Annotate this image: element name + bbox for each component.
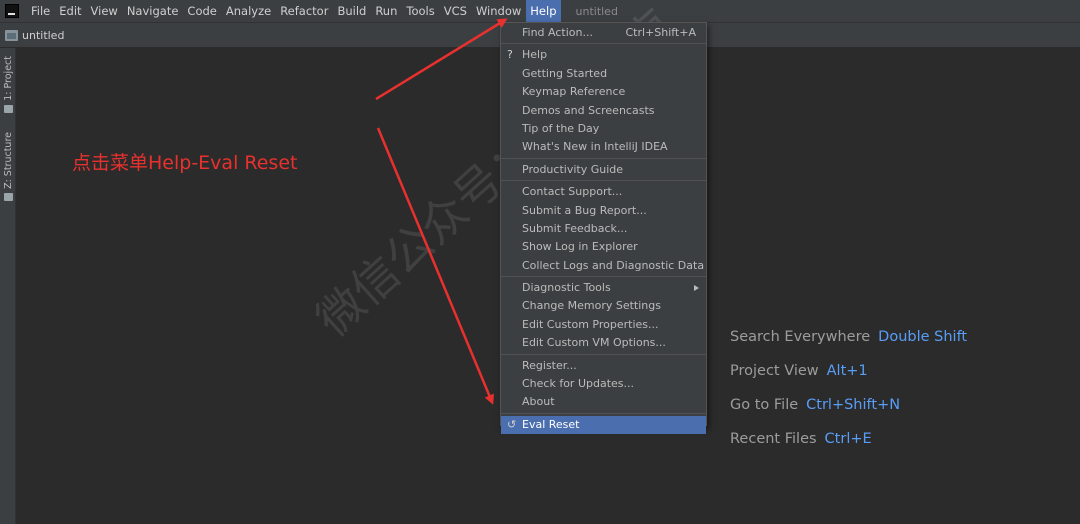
tool-tab-project[interactable]: 1: Project [0,56,16,113]
menu-item-label: Demos and Screencasts [522,103,655,117]
menu-item-label: Submit a Bug Report... [522,203,647,217]
submenu-arrow-icon [694,285,699,292]
menu-window[interactable]: Window [472,0,525,22]
menu-item-label: What's New in IntelliJ IDEA [522,140,668,154]
menu-item-find-action[interactable]: Find Action... Ctrl+Shift+A [501,24,706,42]
hint-recent-files: Recent Files Ctrl+E [730,422,967,456]
help-dropdown-menu: Find Action... Ctrl+Shift+A ? Help Getti… [500,22,707,435]
hint-shortcut: Ctrl+E [824,431,872,447]
menu-edit[interactable]: Edit [55,0,85,22]
menu-vcs[interactable]: VCS [440,0,471,22]
menu-item-label: Tip of the Day [522,121,600,135]
window-title: untitled [575,4,618,18]
intellij-logo-icon[interactable] [5,4,19,18]
menu-item-keymap-reference[interactable]: Keymap Reference [501,83,706,101]
menu-item-getting-started[interactable]: Getting Started [501,65,706,83]
structure-icon [3,192,13,201]
menu-item-productivity-guide[interactable]: Productivity Guide [501,161,706,179]
menu-item-label: Eval Reset [522,417,580,431]
annotation-text: 点击菜单Help-Eval Reset [72,152,298,174]
menu-item-submit-feedback[interactable]: Submit Feedback... [501,220,706,238]
menu-item-submit-bug[interactable]: Submit a Bug Report... [501,202,706,220]
menu-item-collect-logs[interactable]: Collect Logs and Diagnostic Data [501,257,706,275]
menu-item-about[interactable]: About [501,393,706,411]
menu-item-diagnostic-tools[interactable]: Diagnostic Tools [501,279,706,297]
tool-tab-structure[interactable]: Z: Structure [0,132,16,201]
menu-analyze[interactable]: Analyze [222,0,275,22]
menu-item-change-memory[interactable]: Change Memory Settings [501,297,706,315]
menu-navigate[interactable]: Navigate [123,0,183,22]
menu-tools[interactable]: Tools [402,0,438,22]
menu-build[interactable]: Build [333,0,370,22]
menu-bar: File Edit View Navigate Code Analyze Ref… [0,0,1080,22]
menu-item-label: Productivity Guide [522,162,624,176]
welcome-hints: Search Everywhere Double Shift Project V… [730,320,967,456]
menu-item-label: About [522,395,555,409]
menu-help[interactable]: Help [526,0,561,22]
menu-item-label: Show Log in Explorer [522,240,638,254]
menu-item-label: Keymap Reference [522,85,626,99]
menu-item-label: Diagnostic Tools [522,281,611,295]
menu-item-whats-new[interactable]: What's New in IntelliJ IDEA [501,138,706,156]
menu-code[interactable]: Code [183,0,220,22]
menu-item-label: Edit Custom Properties... [522,317,659,331]
project-tab-label: 1: Project [2,56,14,101]
menu-item-tip-of-the-day[interactable]: Tip of the Day [501,120,706,138]
breadcrumb-project[interactable]: untitled [22,29,64,42]
menu-file[interactable]: File [27,0,54,22]
menu-run[interactable]: Run [371,0,401,22]
left-tool-strip: 1: Project Z: Structure [0,48,16,524]
menu-item-label: Submit Feedback... [522,221,628,235]
menu-refactor[interactable]: Refactor [276,0,332,22]
hint-label: Search Everywhere [730,329,871,345]
menu-item-label: Collect Logs and Diagnostic Data [522,258,705,272]
menu-item-label: Edit Custom VM Options... [522,336,666,350]
hint-search-everywhere: Search Everywhere Double Shift [730,320,967,354]
hint-label: Recent Files [730,431,817,447]
hint-go-to-file: Go to File Ctrl+Shift+N [730,388,967,422]
reset-icon: ↺ [507,417,517,431]
menu-item-label: Change Memory Settings [522,299,661,313]
menu-item-label: Contact Support... [522,185,623,199]
hint-shortcut: Alt+1 [826,363,868,379]
hint-label: Go to File [730,397,799,413]
menu-item-help[interactable]: ? Help [501,46,706,64]
menu-item-label: Register... [522,358,577,372]
menu-item-label: Find Action... [522,26,593,39]
hint-shortcut: Double Shift [878,329,968,345]
hint-label: Project View [730,363,819,379]
menu-item-label: Help [522,48,548,62]
hint-shortcut: Ctrl+Shift+N [806,397,901,413]
menu-item-demos[interactable]: Demos and Screencasts [501,102,706,120]
structure-tab-label: Z: Structure [2,132,14,189]
menu-item-eval-reset[interactable]: ↺ Eval Reset [501,415,706,435]
menu-item-label: Getting Started [522,66,608,80]
project-folder-icon [3,104,13,113]
menu-item-check-updates[interactable]: Check for Updates... [501,375,706,393]
menu-item-contact-support[interactable]: Contact Support... [501,183,706,201]
menu-item-show-log[interactable]: Show Log in Explorer [501,238,706,256]
menu-view[interactable]: View [87,0,122,22]
menu-item-label: Check for Updates... [522,377,635,391]
menu-item-shortcut: Ctrl+Shift+A [625,26,696,39]
hint-project-view: Project View Alt+1 [730,354,967,388]
menu-item-edit-custom-properties[interactable]: Edit Custom Properties... [501,316,706,334]
question-icon: ? [507,48,513,62]
folder-icon [5,29,18,41]
menu-item-register[interactable]: Register... [501,357,706,375]
menu-item-edit-custom-vm-options[interactable]: Edit Custom VM Options... [501,334,706,352]
